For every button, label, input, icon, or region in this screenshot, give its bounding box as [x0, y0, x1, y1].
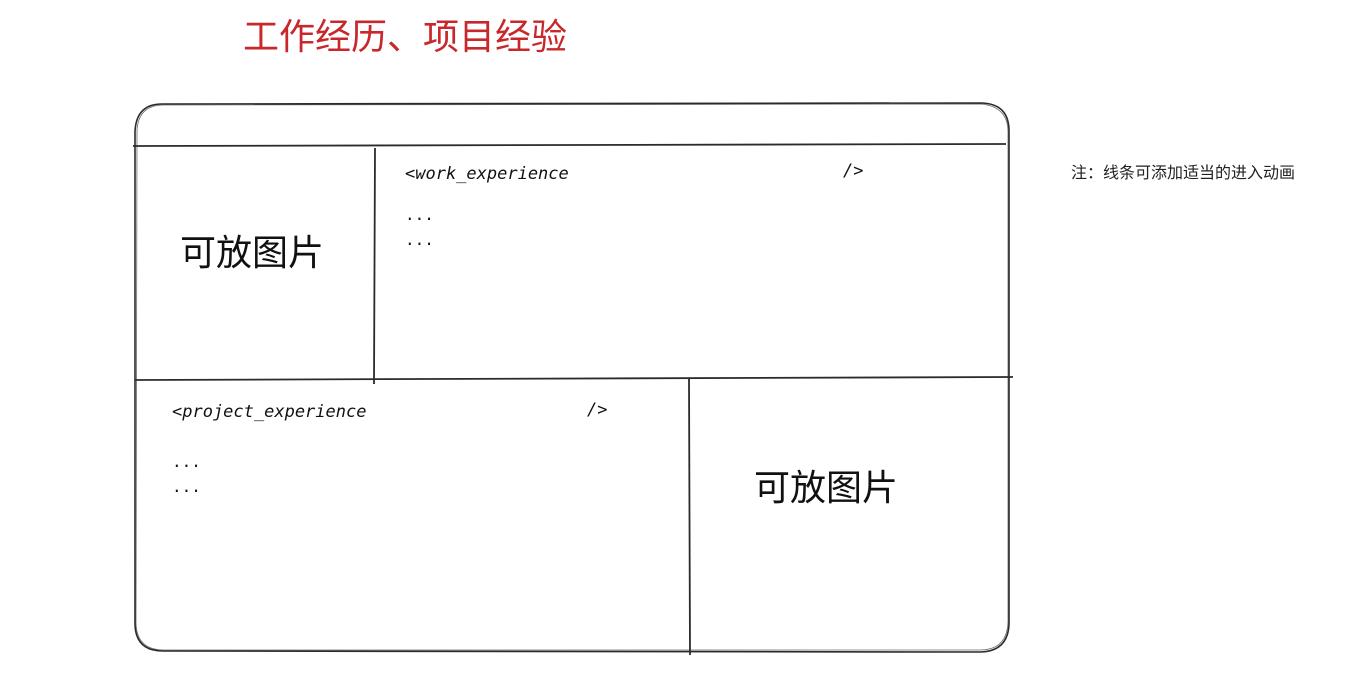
project-image-placeholder: 可放图片	[754, 468, 899, 509]
middle-divider-line	[134, 376, 1014, 381]
lower-vertical-divider	[688, 378, 691, 656]
project-experience-line-1: ...	[172, 452, 201, 471]
work-image-placeholder: 可放图片	[180, 233, 325, 274]
work-experience-line-2: ...	[405, 230, 434, 249]
project-experience-open-tag: <project_experience	[172, 402, 367, 422]
upper-vertical-divider	[373, 147, 376, 385]
top-divider-line	[132, 143, 1007, 147]
work-experience-line-1: ...	[405, 205, 434, 224]
project-experience-close-tag: />	[587, 400, 608, 420]
work-experience-close-tag: />	[843, 161, 864, 181]
project-experience-line-2: ...	[172, 477, 201, 496]
work-experience-open-tag: <work_experience	[405, 164, 569, 184]
layout-sketch	[132, 102, 1014, 656]
animation-note: 注：线条可添加适当的进入动画	[1071, 163, 1296, 182]
